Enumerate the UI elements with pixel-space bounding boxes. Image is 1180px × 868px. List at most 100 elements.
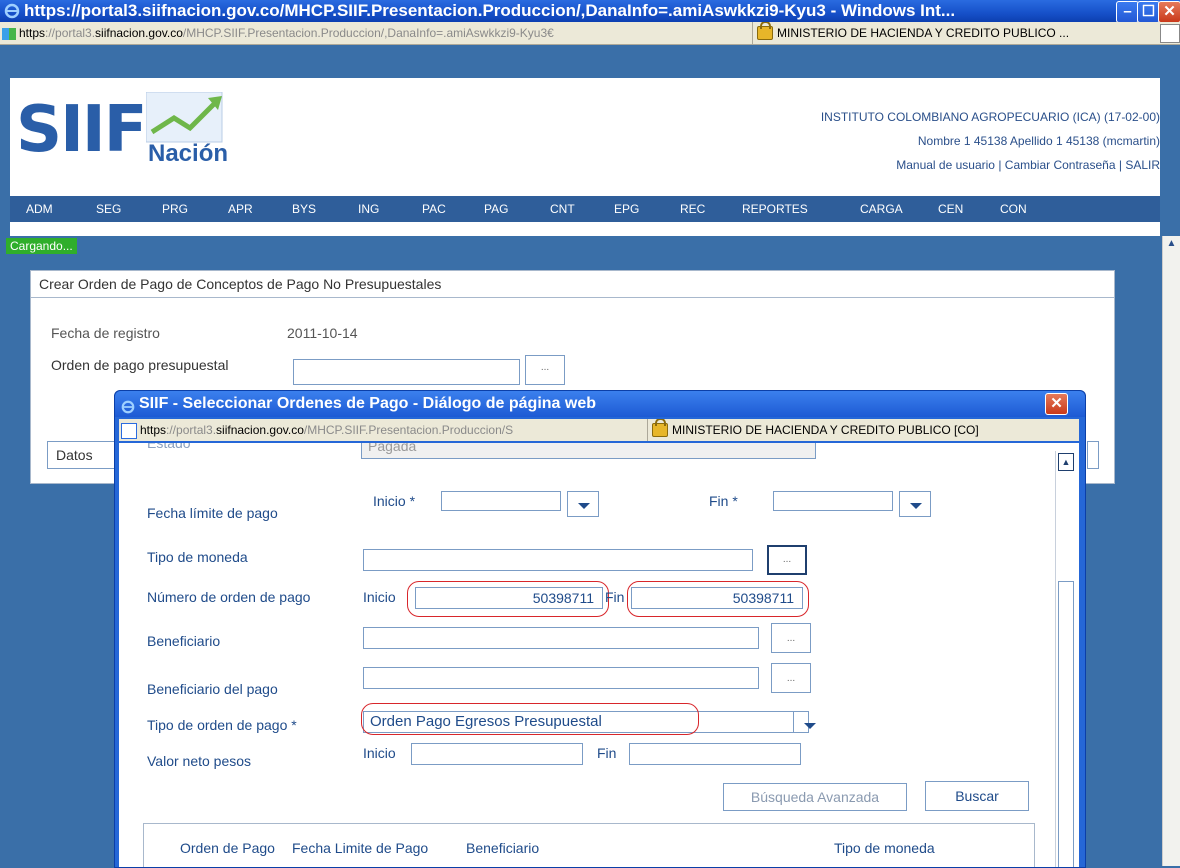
address-scheme: https — [19, 26, 46, 40]
column-beneficiario[interactable]: Beneficiario — [466, 840, 539, 856]
dialog-title-bar[interactable]: SIIF - Seleccionar Ordenes de Pago - Diá… — [115, 391, 1085, 417]
orden-pago-input[interactable] — [293, 359, 520, 385]
tipo-orden-label: Tipo de orden de pago * — [147, 717, 297, 733]
nav-item-ing[interactable]: ING — [358, 196, 379, 222]
nav-item-adm[interactable]: ADM — [26, 196, 53, 222]
nav-item-cen[interactable]: CEN — [938, 196, 963, 222]
busqueda-avanzada-button[interactable]: Búsqueda Avanzada — [723, 783, 907, 811]
window-title-bar[interactable]: https://portal3.siifnacion.gov.co/MHCP.S… — [0, 0, 1180, 22]
minimize-icon: – — [1123, 3, 1132, 20]
column-fecha-limite[interactable]: Fecha Limite de Pago — [292, 840, 428, 856]
tipo-orden-required: * — [291, 717, 297, 733]
fecha-inicio-input[interactable] — [441, 491, 561, 511]
compat-view-icon[interactable] — [1160, 24, 1180, 43]
link-separator: | — [998, 158, 1002, 172]
nav-item-prg[interactable]: PRG — [162, 196, 188, 222]
tipo-moneda-input[interactable] — [363, 549, 753, 571]
header-links: Manual de usuario | Cambiar Contraseña |… — [821, 153, 1160, 177]
dialog-title: SIIF - Seleccionar Ordenes de Pago - Diá… — [139, 395, 596, 412]
nav-item-reportes[interactable]: REPORTES — [742, 196, 808, 222]
nav-item-carga[interactable]: CARGA — [860, 196, 903, 222]
manual-link[interactable]: Manual de usuario — [896, 158, 995, 172]
nav-item-rec[interactable]: REC — [680, 196, 705, 222]
buscar-button[interactable]: Buscar — [925, 781, 1029, 811]
nav-item-cnt[interactable]: CNT — [550, 196, 575, 222]
nav-item-pag[interactable]: PAG — [484, 196, 508, 222]
tipo-moneda-lookup-button[interactable]: ... — [767, 545, 807, 575]
change-password-link[interactable]: Cambiar Contraseña — [1005, 158, 1116, 172]
nav-item-seg[interactable]: SEG — [96, 196, 121, 222]
dialog-address-domain: siifnacion.gov.co — [216, 423, 304, 437]
fecha-registro-label: Fecha de registro — [51, 325, 160, 341]
results-table: Orden de Pago Fecha Limite de Pago Benef… — [143, 823, 1035, 867]
column-orden-pago[interactable]: Orden de Pago — [180, 840, 275, 856]
address-bar[interactable]: https://portal3.siifnacion.gov.co/MHCP.S… — [0, 22, 1180, 45]
nav-item-con[interactable]: CON — [1000, 196, 1027, 222]
dialog-scroll-up-icon[interactable]: ▲ — [1058, 453, 1074, 471]
fecha-inicio-dropdown[interactable] — [567, 491, 599, 517]
dialog-certificate-info[interactable]: MINISTERIO DE HACIENDA Y CREDITO PUBLICO… — [647, 419, 1079, 441]
tab-datos-label: Datos — [56, 447, 93, 463]
dialog-page-icon — [121, 422, 137, 439]
fecha-registro-value: 2011-10-14 — [287, 325, 358, 341]
fecha-fin-label: Fin * — [709, 493, 738, 509]
select-orders-dialog: SIIF - Seleccionar Ordenes de Pago - Diá… — [114, 390, 1086, 868]
scroll-up-icon[interactable]: ▲ — [1164, 238, 1179, 254]
beneficiario-pago-lookup-button[interactable]: ... — [771, 663, 811, 693]
valor-inicio-input[interactable] — [411, 743, 583, 765]
chart-icon — [146, 92, 223, 143]
exit-link[interactable]: SALIR — [1125, 158, 1160, 172]
user-name: Nombre 1 45138 Apellido 1 45138 (mcmarti… — [917, 134, 1160, 148]
valor-fin-input[interactable] — [629, 743, 801, 765]
panel-title: Crear Orden de Pago de Conceptos de Pago… — [31, 271, 1114, 298]
page-scrollbar[interactable]: ▲ — [1162, 236, 1180, 866]
beneficiario-pago-input[interactable] — [363, 667, 759, 689]
dialog-address-scheme: https — [140, 423, 167, 437]
fecha-fin-dropdown[interactable] — [899, 491, 931, 517]
numero-inicio-highlight — [407, 581, 609, 617]
dialog-address-path: /MHCP.SIIF.Presentacion.Produccion/S — [303, 423, 514, 437]
tipo-orden-dropdown-icon[interactable] — [793, 711, 816, 733]
estado-value: Pagada — [368, 443, 417, 454]
column-tipo-moneda[interactable]: Tipo de moneda — [834, 840, 935, 856]
nav-item-apr[interactable]: APR — [228, 196, 253, 222]
valor-inicio-label: Inicio — [363, 745, 396, 761]
address-rest: ://portal3. — [45, 26, 96, 40]
logo-sub: Nación — [148, 140, 229, 167]
tipo-moneda-label: Tipo de moneda — [147, 549, 248, 565]
maximize-button[interactable]: ☐ — [1137, 1, 1160, 22]
numero-fin-highlight — [627, 581, 809, 617]
estado-label: Estado — [147, 443, 191, 451]
certificate-info[interactable]: MINISTERIO DE HACIENDA Y CREDITO PUBLICO… — [752, 22, 1161, 44]
dialog-scroll-thumb[interactable] — [1058, 581, 1074, 867]
beneficiario-input[interactable] — [363, 627, 759, 649]
orden-pago-label: Orden de pago presupuestal — [51, 357, 229, 373]
nav-item-epg[interactable]: EPG — [614, 196, 639, 222]
address-path: /MHCP.SIIF.Presentacion.Produccion/,Dana… — [182, 26, 554, 40]
beneficiario-label: Beneficiario — [147, 633, 221, 649]
fecha-fin-input[interactable] — [773, 491, 893, 511]
ie-icon — [4, 3, 20, 19]
dialog-lock-icon — [652, 419, 668, 437]
header-info: INSTITUTO COLOMBIANO AGROPECUARIO (ICA) … — [821, 105, 1160, 177]
link-separator: | — [1118, 158, 1122, 172]
orden-pago-lookup-button[interactable]: ... — [525, 355, 565, 385]
main-nav: ADM SEG PRG APR BYS ING PAC PAG CNT EPG … — [10, 196, 1160, 222]
estado-select[interactable]: Pagada — [361, 443, 816, 459]
close-icon: ✕ — [1163, 3, 1176, 20]
dialog-address-bar[interactable]: https://portal3.siifnacion.gov.co/MHCP.S… — [119, 419, 1079, 441]
institution-name: INSTITUTO COLOMBIANO AGROPECUARIO (ICA) … — [820, 110, 1160, 124]
dialog-close-button[interactable]: ✕ — [1045, 393, 1068, 415]
window-title: https://portal3.siifnacion.gov.co/MHCP.S… — [24, 1, 956, 20]
beneficiario-lookup-button[interactable]: ... — [771, 623, 811, 653]
dialog-scrollbar[interactable]: ▲ — [1055, 451, 1076, 867]
nav-item-bys[interactable]: BYS — [292, 196, 316, 222]
tipo-orden-highlight — [361, 703, 699, 735]
close-button[interactable]: ✕ — [1158, 1, 1180, 22]
minimize-button[interactable]: – — [1116, 1, 1139, 22]
nav-item-pac[interactable]: PAC — [422, 196, 446, 222]
panel-title-text: Crear Orden de Pago de Conceptos de Pago… — [39, 276, 442, 292]
tipo-orden-label-text: Tipo de orden de pago — [147, 717, 288, 733]
loading-indicator: Cargando... — [6, 238, 77, 254]
certificate-label: MINISTERIO DE HACIENDA Y CREDITO PUBLICO… — [777, 26, 1070, 40]
